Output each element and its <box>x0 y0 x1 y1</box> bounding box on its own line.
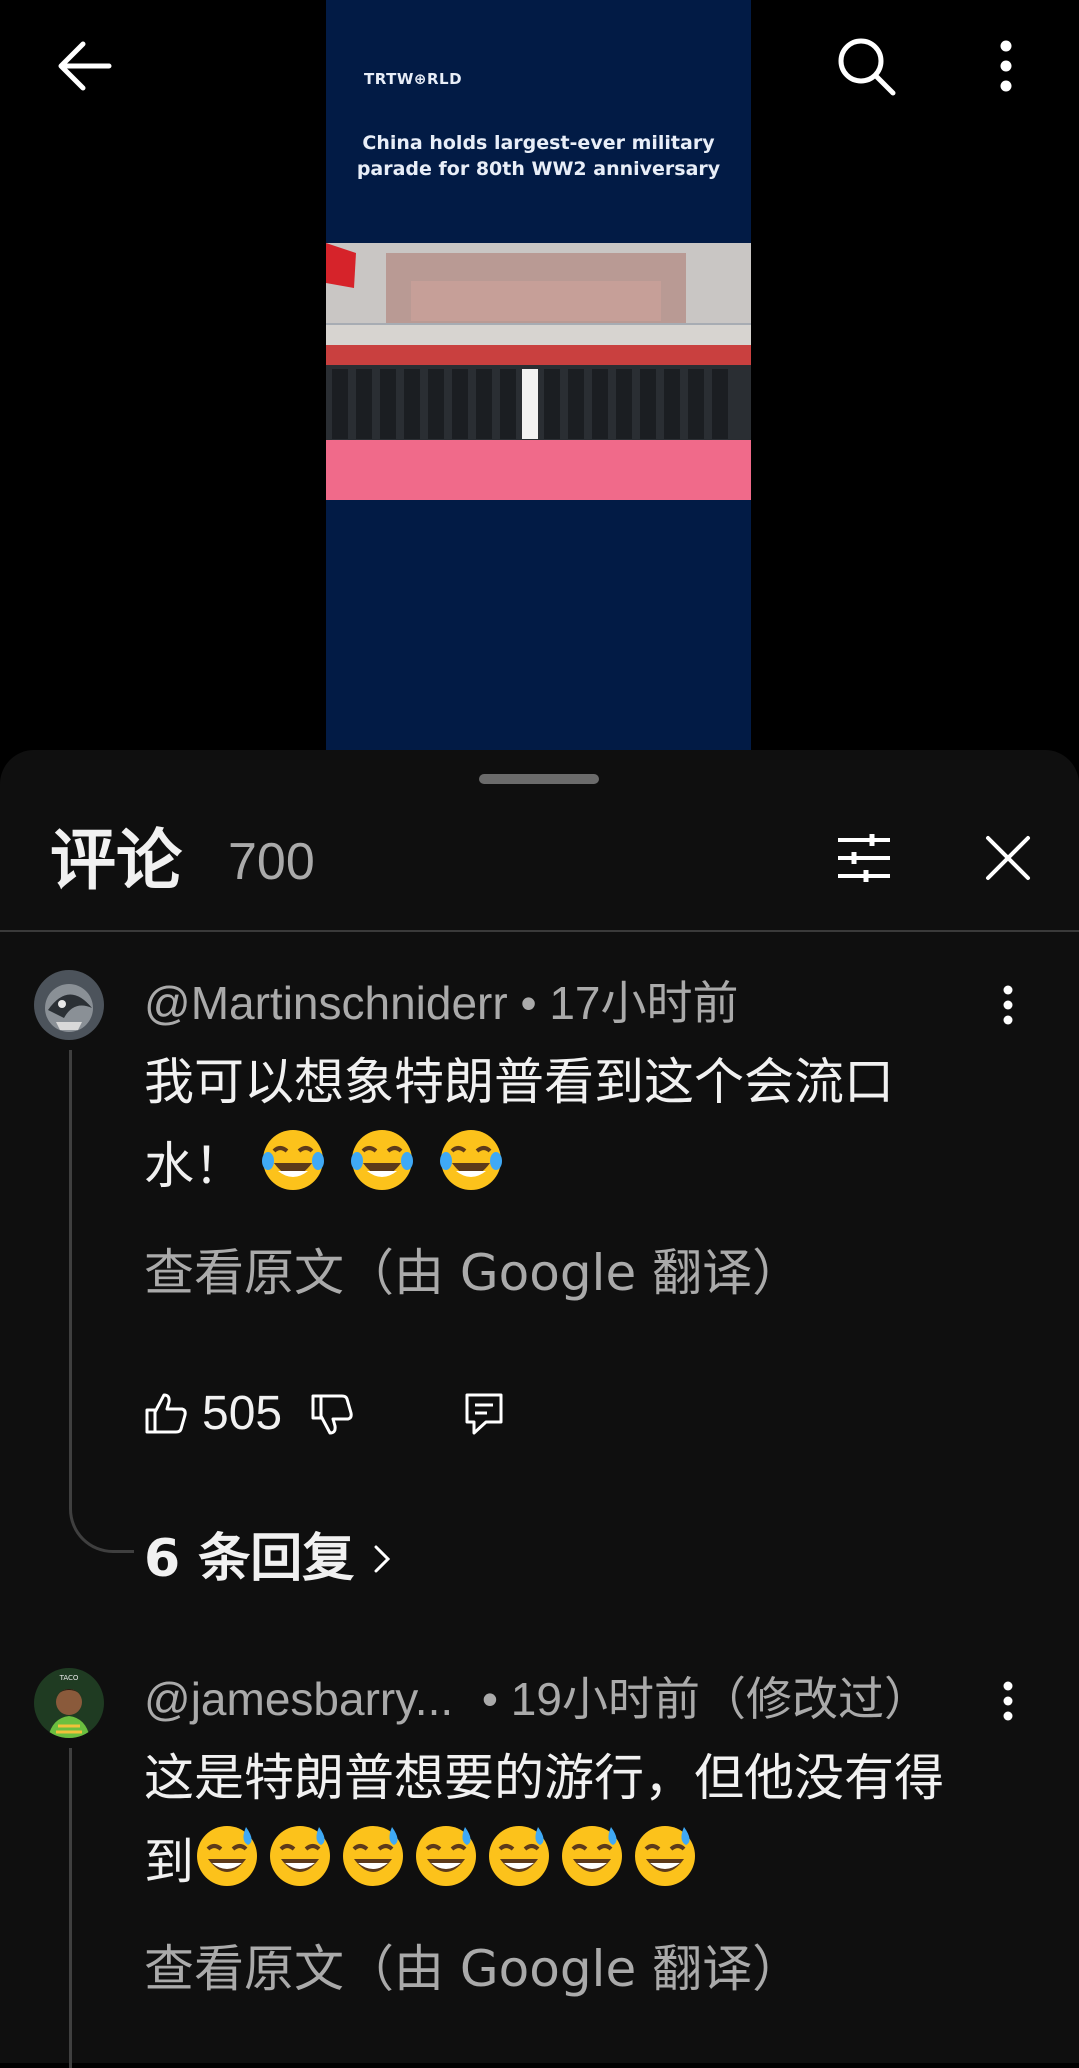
sweat-smile-emoji-icon <box>416 1826 476 1886</box>
channel-logo: TRTW⊕RLD <box>364 70 463 88</box>
comments-count: 700 <box>228 833 315 891</box>
search-icon[interactable] <box>828 26 904 106</box>
sweat-smile-emoji-icon <box>197 1826 257 1886</box>
comment-options-icon[interactable] <box>990 975 1026 1035</box>
comments-title: 评论 <box>50 822 182 899</box>
comment-text: 我可以想象特朗普看到这个会流口水！ <box>144 1040 984 1208</box>
comment-author[interactable]: @Martinschniderr <box>144 977 508 1029</box>
comment-time: • 19小时前（修改过） <box>481 1673 930 1725</box>
parade-image <box>326 243 751 500</box>
video-player[interactable]: TRTW⊕RLD China holds largest-ever milita… <box>0 0 1079 760</box>
avatar[interactable]: TACO <box>34 1668 104 1738</box>
tears-of-joy-emoji-icon <box>350 1130 413 1190</box>
sweat-smile-emoji-icon <box>562 1826 622 1886</box>
avatar-person-icon: TACO <box>34 1668 104 1738</box>
svg-text:TACO: TACO <box>59 1674 79 1682</box>
filter-sliders-icon[interactable] <box>830 826 898 890</box>
thumbs-up-icon[interactable] <box>144 1392 188 1436</box>
avatar-dragon-icon <box>34 970 104 1040</box>
drag-handle[interactable] <box>479 774 599 784</box>
sweat-smile-emoji-icon <box>489 1826 549 1886</box>
thread-line <box>69 1748 72 2068</box>
comment-time: • 17小时前 <box>520 977 739 1029</box>
comment-meta: @jamesbarry... • 19小时前（修改过） <box>144 1669 930 1729</box>
header-divider <box>0 930 1079 932</box>
tears-of-joy-emoji-icon <box>261 1130 324 1190</box>
more-options-icon[interactable] <box>984 30 1028 102</box>
thread-line <box>69 1050 134 1553</box>
chevron-right-icon <box>374 1545 391 1573</box>
sweat-smile-emoji-icon <box>270 1826 330 1886</box>
comment-text-content: 我可以想象特朗普看到这个会流口水！ <box>144 1053 894 1195</box>
comment-options-icon[interactable] <box>990 1671 1026 1731</box>
comment-actions: 505 <box>144 1384 504 1444</box>
emoji-group <box>260 1130 511 1195</box>
close-icon[interactable] <box>976 826 1040 890</box>
see-original-link[interactable]: 查看原文（由 Google 翻译） <box>144 1934 802 2004</box>
see-original-link[interactable]: 查看原文（由 Google 翻译） <box>144 1238 802 1308</box>
emoji-group <box>194 1826 705 1891</box>
video-frame[interactable]: TRTW⊕RLD China holds largest-ever milita… <box>326 0 751 760</box>
sweat-smile-emoji-icon <box>343 1826 403 1886</box>
thumbs-down-icon[interactable] <box>310 1392 354 1436</box>
comment-author[interactable]: @jamesbarry... <box>144 1673 453 1725</box>
like-count: 505 <box>202 1387 283 1440</box>
avatar[interactable] <box>34 970 104 1040</box>
view-replies-button[interactable]: 6 条回复 <box>144 1524 396 1594</box>
tears-of-joy-emoji-icon <box>439 1130 502 1190</box>
reply-icon[interactable] <box>464 1392 504 1436</box>
replies-count: 6 条回复 <box>144 1529 355 1589</box>
comment-text: 这是特朗普想要的游行，但他没有得到 <box>144 1736 984 1904</box>
back-arrow-icon[interactable] <box>40 26 126 106</box>
comment-meta: @Martinschniderr • 17小时前 <box>144 973 739 1033</box>
sweat-smile-emoji-icon <box>635 1826 695 1886</box>
video-headline: China holds largest-ever military parade… <box>356 132 721 180</box>
